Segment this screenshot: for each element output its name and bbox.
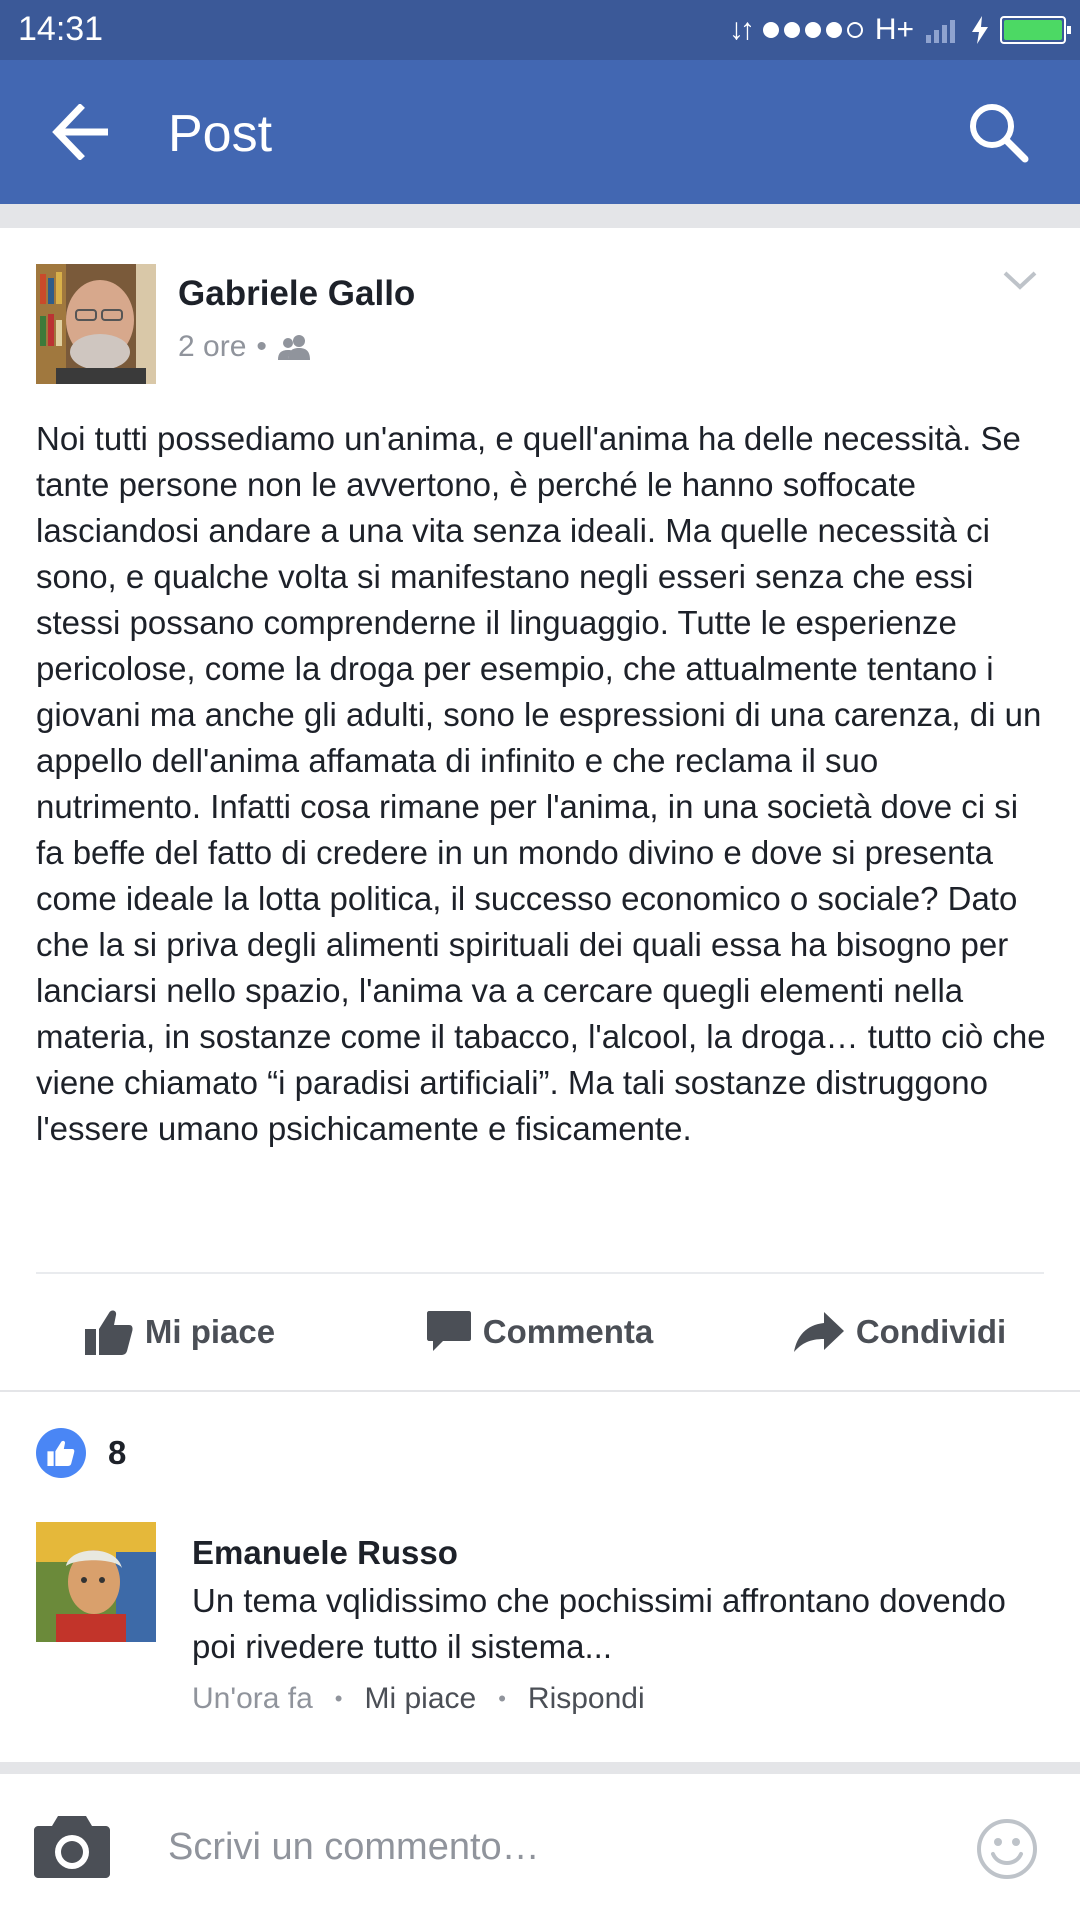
share-label: Condividi	[855, 1313, 1007, 1350]
comment-bubble-icon	[426, 1311, 471, 1351]
friends-icon[interactable]	[277, 334, 313, 360]
comment-item: Emanuele Russo Un tema vqlidissimo che p…	[0, 1522, 1080, 1748]
section-separator	[0, 1762, 1080, 1774]
data-transfer-icon: ↓↑	[728, 13, 755, 46]
status-indicators: ↓↑ H+	[728, 12, 1071, 48]
comment-button[interactable]: Commenta	[360, 1311, 720, 1353]
like-reaction-icon	[36, 1428, 86, 1478]
network-type: H+	[874, 13, 914, 46]
section-separator	[0, 204, 1080, 228]
post-card: Gabriele Gallo 2 ore • Noi tutti possedi…	[0, 228, 1080, 1390]
comment-input[interactable]	[168, 1812, 928, 1882]
comment-meta: Un'ora fa • Mi piace • Rispondi	[192, 1682, 645, 1716]
comment-reply-link[interactable]: Rispondi	[528, 1682, 645, 1716]
comment-label: Commenta	[482, 1313, 654, 1350]
like-button[interactable]: Mi piace	[0, 1309, 360, 1355]
share-arrow-icon	[793, 1312, 844, 1352]
battery-icon	[1000, 16, 1071, 44]
author-avatar[interactable]	[36, 264, 156, 384]
page-title: Post	[168, 105, 273, 163]
comment-composer	[0, 1774, 1080, 1920]
status-bar: 14:31 ↓↑ H+	[0, 0, 1080, 60]
author-name[interactable]: Gabriele Gallo	[178, 274, 415, 314]
like-label: Mi piace	[144, 1313, 276, 1350]
likes-count: 8	[108, 1434, 127, 1471]
chevron-down-icon[interactable]	[1002, 268, 1038, 292]
meta-separator: •	[256, 330, 267, 363]
comment-time: Un'ora fa	[192, 1682, 313, 1715]
signal-strength-icon	[762, 22, 863, 38]
meta-separator: •	[334, 1686, 343, 1711]
commenter-avatar[interactable]	[36, 1522, 156, 1642]
status-time: 14:31	[18, 10, 104, 48]
thumbs-up-icon	[84, 1310, 133, 1355]
comment-body: Un tema vqlidissimo che pochissimi affro…	[192, 1582, 1006, 1665]
share-button[interactable]: Condividi	[720, 1312, 1080, 1352]
post-body: Noi tutti possediamo un'anima, e quell'a…	[36, 420, 1046, 1147]
post-time[interactable]: 2 ore	[178, 330, 246, 364]
meta-separator: •	[498, 1686, 506, 1711]
emoji-icon[interactable]	[976, 1818, 1038, 1880]
charging-icon	[972, 16, 988, 44]
camera-icon[interactable]	[34, 1816, 110, 1878]
divider	[0, 1390, 1080, 1392]
comment-like-link[interactable]: Mi piace	[365, 1682, 477, 1716]
likes-summary[interactable]: 8	[36, 1428, 126, 1478]
cellular-signal-icon	[926, 20, 955, 43]
post-actions: Mi piace Commenta Condividi	[0, 1274, 1080, 1390]
post-meta: 2 ore •	[178, 330, 313, 364]
arrow-left-icon[interactable]	[52, 104, 110, 160]
commenter-name[interactable]: Emanuele Russo	[192, 1534, 458, 1572]
app-bar: Post	[0, 60, 1080, 204]
search-icon[interactable]	[966, 100, 1030, 164]
